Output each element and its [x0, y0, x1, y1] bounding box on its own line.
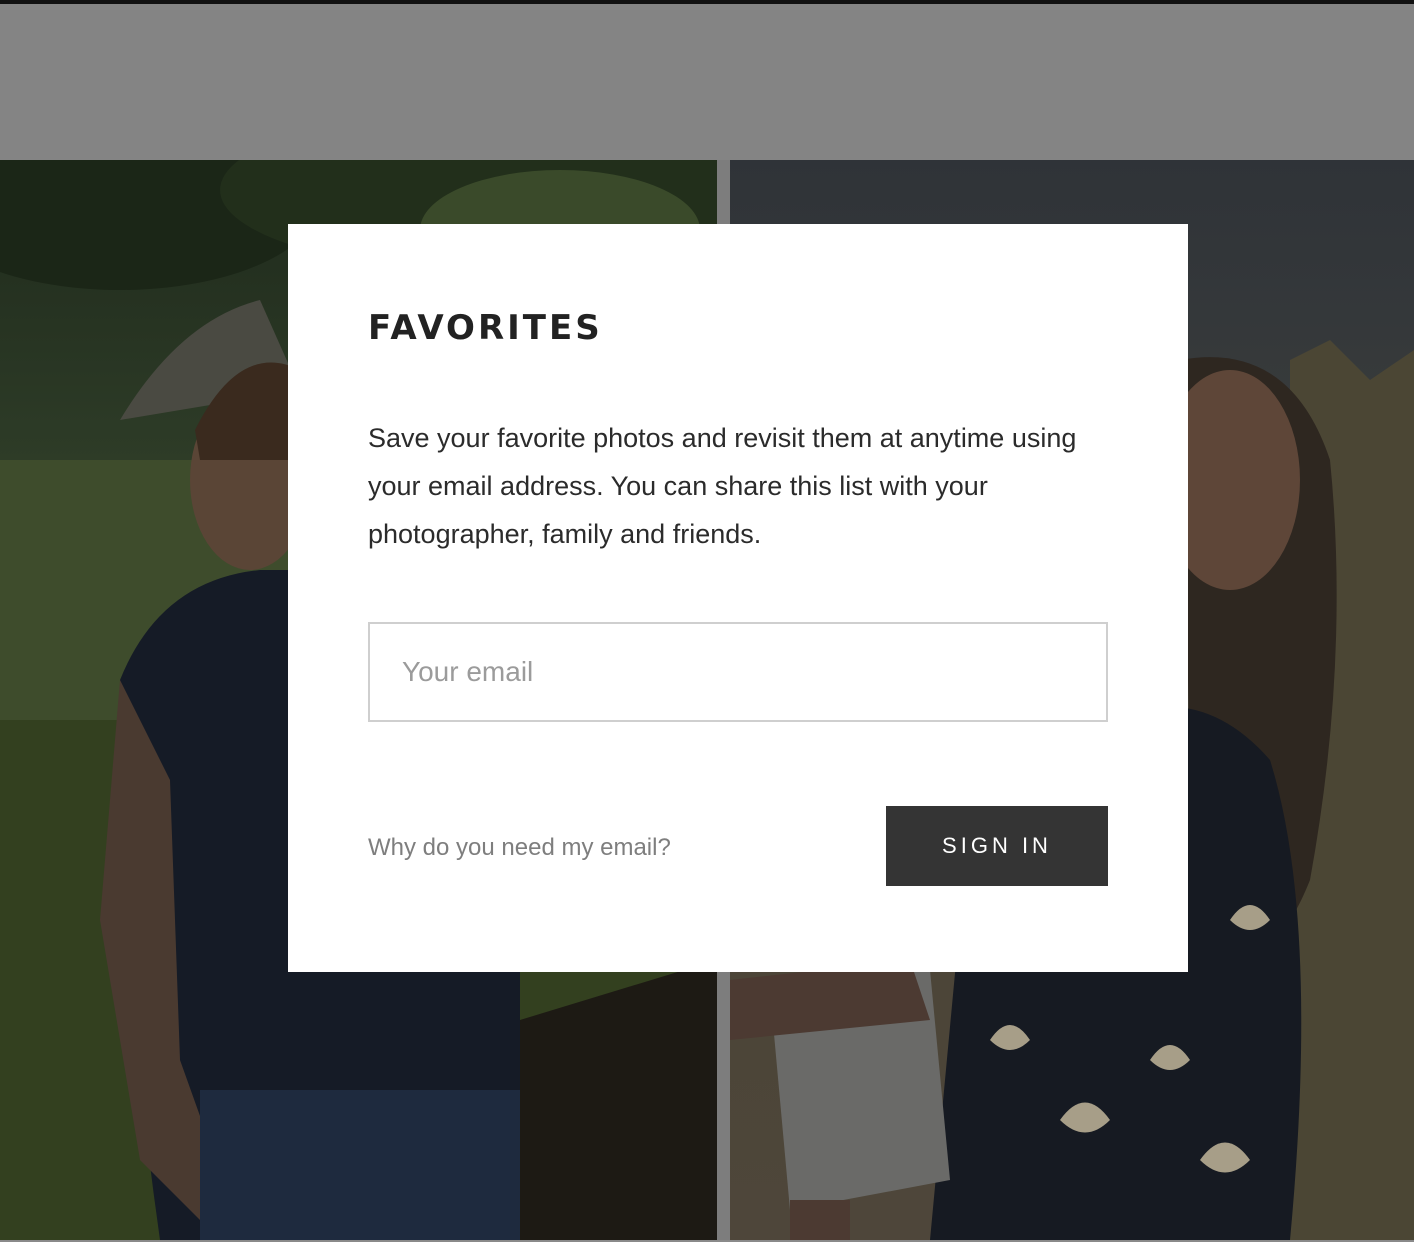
modal-title: FAVORITES [368, 308, 603, 348]
sign-in-button[interactable]: SIGN IN [886, 806, 1108, 886]
modal-description: Save your favorite photos and revisit th… [368, 423, 1077, 549]
favorites-modal: FAVORITES Save your favorite photos and … [288, 224, 1188, 972]
email-field[interactable] [368, 622, 1108, 722]
header-overlay [0, 4, 1414, 160]
why-email-link[interactable]: Why do you need my email? [368, 830, 671, 866]
